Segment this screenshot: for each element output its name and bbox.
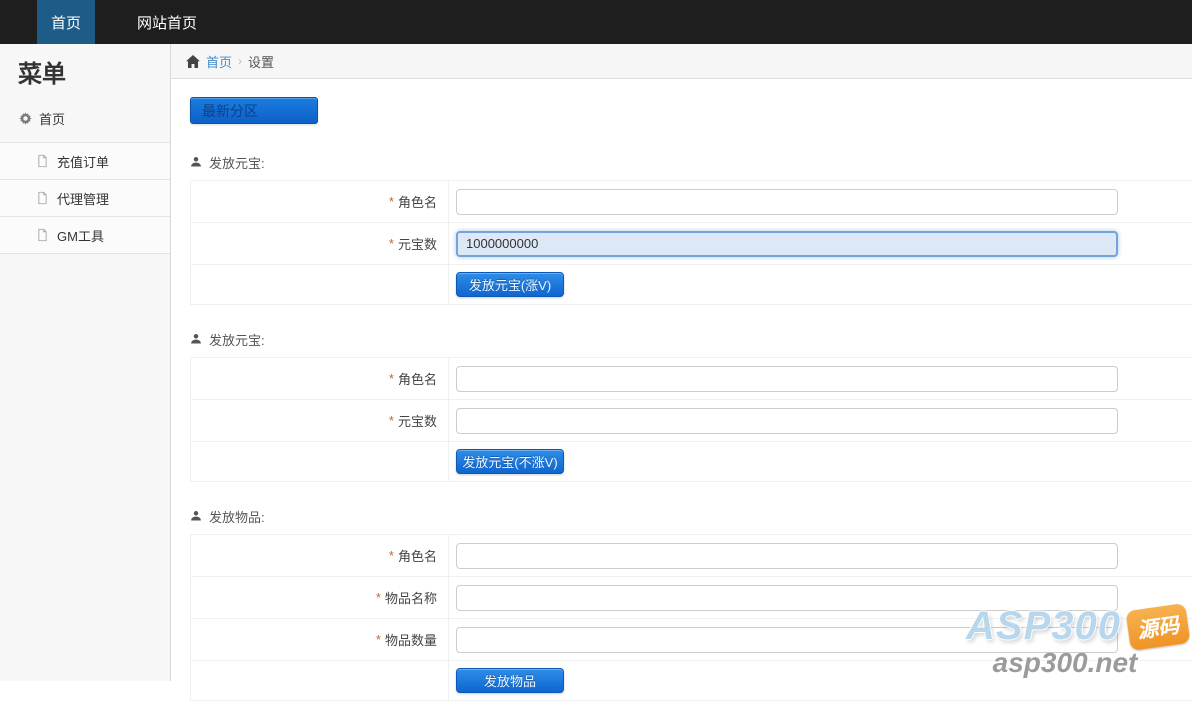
gear-icon (19, 112, 32, 125)
sidebar-home-label: 首页 (39, 112, 66, 127)
section-title: 发放物品: (209, 509, 265, 525)
main-area: 首页 › 设置 最新分区 发放元宝:*角色名*元宝数发放元宝(涨V)发放元宝:*… (171, 44, 1192, 701)
form-row: * 元宝数 (191, 223, 1192, 265)
field-input[interactable] (456, 542, 1118, 569)
field-label: 元宝数 (397, 414, 437, 429)
form-sections: 发放元宝:*角色名*元宝数发放元宝(涨V)发放元宝:*角色名*元宝数发放元宝(不… (190, 154, 1192, 701)
sidebar-item[interactable]: 充值订单 (0, 142, 170, 179)
required-marker: * (388, 548, 394, 563)
form-section: 发放元宝: * 角色名 * 元宝数 发放元宝(不涨V) (190, 331, 1192, 482)
form-section: 发放元宝:*角色名*元宝数发放元宝(涨V) (190, 154, 1192, 305)
home-icon (186, 54, 200, 68)
field-input[interactable] (456, 584, 1118, 611)
sidebar-title: 菜单 (18, 61, 66, 88)
field-label: 角色名 (397, 372, 437, 387)
zone-button[interactable]: 最新分区 (190, 97, 318, 124)
sidebar-item[interactable]: 代理管理 (0, 179, 170, 216)
field-input[interactable] (456, 626, 1118, 653)
field-input[interactable] (456, 230, 1118, 257)
tab-site-home[interactable]: 网站首页 (113, 0, 221, 44)
required-marker: * (388, 194, 394, 209)
field-label: 角色名 (397, 195, 437, 210)
required-marker: * (388, 413, 394, 428)
file-icon (36, 228, 49, 242)
required-marker: * (388, 236, 394, 251)
section-title: 发放元宝: (209, 332, 265, 348)
sidebar-item-home[interactable]: 首页 (0, 105, 170, 142)
form-row-submit: 发放元宝(不涨V) (191, 442, 1192, 481)
field-input[interactable] (456, 188, 1118, 215)
person-icon (190, 156, 202, 168)
breadcrumb-current: 设置 (248, 54, 275, 70)
breadcrumb: 首页 › 设置 (171, 44, 1192, 79)
form-row: * 角色名 (191, 535, 1192, 577)
content-area: 最新分区 发放元宝:*角色名*元宝数发放元宝(涨V)发放元宝:*角色名*元宝数发… (171, 79, 1192, 701)
required-marker: * (375, 590, 381, 605)
form-row: * 物品数量 (191, 619, 1192, 661)
form-row: * 角色名 (191, 181, 1192, 223)
file-icon (36, 154, 49, 168)
file-icon (36, 191, 49, 205)
sidebar: 菜单 首页 充值订单代理管理 GM工具 (0, 44, 171, 681)
sidebar-nav: 充值订单代理管理 GM工具 (0, 142, 170, 254)
form-row-submit: 发放元宝(涨V) (191, 265, 1192, 304)
submit-button[interactable]: 发放元宝(涨V) (456, 272, 564, 297)
breadcrumb-home-link[interactable]: 首页 (206, 52, 232, 71)
field-label: 物品名称 (384, 591, 437, 606)
sidebar-item[interactable]: GM工具 (0, 216, 170, 254)
form-row: * 物品名称 (191, 577, 1192, 619)
field-input[interactable] (456, 365, 1118, 392)
form-section: 发放物品: * 角色名 * 物品名称 * 物品数量 发放物品 (190, 508, 1192, 701)
required-marker: * (388, 371, 394, 386)
submit-button[interactable]: 发放元宝(不涨V) (456, 449, 564, 474)
required-marker: * (375, 632, 381, 647)
sidebar-item-label: GM工具 (57, 228, 104, 244)
field-label: 物品数量 (384, 633, 437, 648)
field-input[interactable] (456, 407, 1118, 434)
breadcrumb-separator: › (238, 54, 243, 68)
field-label: 角色名 (397, 549, 437, 564)
sidebar-item-label: 代理管理 (57, 191, 110, 207)
tab-home[interactable]: 首页 (37, 0, 96, 44)
section-title: 发放元宝: (209, 155, 265, 171)
person-icon (190, 333, 202, 345)
sidebar-item-label: 充值订单 (57, 154, 110, 170)
person-icon (190, 510, 202, 522)
field-label: 元宝数 (397, 237, 437, 252)
form-row: * 角色名 (191, 358, 1192, 400)
form-row: * 元宝数 (191, 400, 1192, 442)
topbar: 首页 网站首页 (0, 0, 1192, 44)
